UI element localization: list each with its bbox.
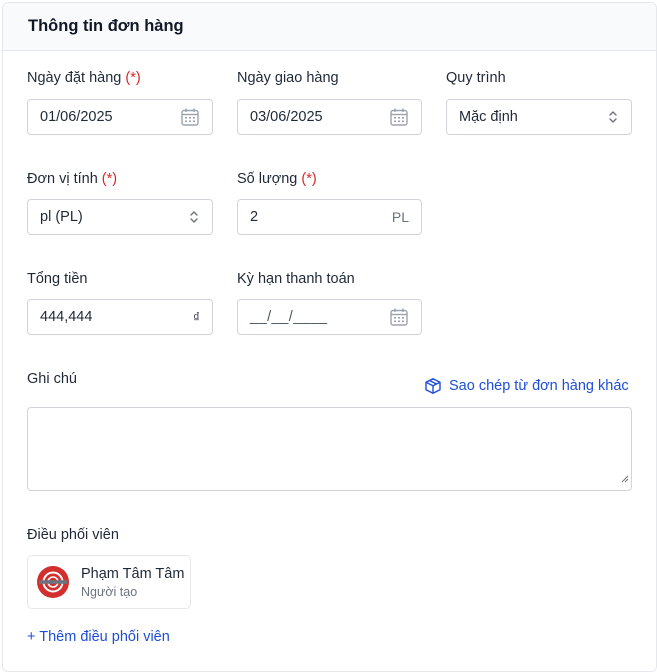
currency-suffix: ₫	[192, 309, 200, 325]
calendar-icon[interactable]	[389, 307, 409, 327]
order-date-label: Ngày đặt hàng (*)	[27, 70, 141, 86]
process-label: Quy trình	[446, 70, 506, 86]
delivery-date-value: 03/06/2025	[250, 109, 323, 125]
quantity-unit-suffix: PL	[391, 209, 409, 225]
required-mark: (*)	[301, 171, 317, 187]
delivery-date-label: Ngày giao hàng	[237, 70, 339, 86]
card-title: Thông tin đơn hàng	[28, 17, 184, 35]
quantity-value: 2	[250, 209, 259, 225]
note-label: Ghi chú	[27, 371, 77, 387]
unit-value: pl (PL)	[40, 209, 83, 225]
unit-label: Đơn vị tính (*)	[27, 171, 118, 187]
payment-term-label: Kỳ hạn thanh toán	[237, 271, 355, 287]
resize-grip-icon[interactable]	[621, 470, 629, 488]
card-header: Thông tin đơn hàng	[3, 3, 656, 51]
calendar-icon[interactable]	[389, 107, 409, 127]
calendar-icon[interactable]	[180, 107, 200, 127]
select-chevron-icon	[607, 109, 619, 125]
process-select[interactable]: Mặc định	[446, 99, 632, 135]
copy-link-label: Sao chép từ đơn hàng khác	[449, 378, 629, 394]
select-chevron-icon	[188, 209, 200, 225]
add-coordinator-link[interactable]: + Thêm điều phối viên	[27, 629, 170, 645]
process-value: Mặc định	[459, 109, 518, 125]
required-mark: (*)	[101, 171, 118, 187]
total-value: 444,444	[40, 309, 93, 325]
coordinator-role: Người tạo	[81, 584, 138, 599]
quantity-input[interactable]: 2 PL	[237, 199, 422, 235]
coordinators-label: Điều phối viên	[27, 527, 119, 543]
total-input[interactable]: 444,444 ₫	[27, 299, 213, 335]
order-date-value: 01/06/2025	[40, 109, 113, 125]
coordinator-name: Phạm Tâm Tâm	[81, 565, 185, 582]
coordinator-card[interactable]: Phạm Tâm Tâm Người tạo	[27, 555, 191, 609]
order-date-input[interactable]: 01/06/2025	[27, 99, 213, 135]
quantity-label: Số lượng (*)	[237, 171, 317, 187]
payment-term-input[interactable]: __/__/____	[237, 299, 422, 335]
coordinator-info: Phạm Tâm Tâm Người tạo	[81, 566, 184, 599]
required-mark: (*)	[125, 70, 141, 86]
payment-term-placeholder: __/__/____	[250, 309, 328, 325]
copy-from-order-link[interactable]: Sao chép từ đơn hàng khác	[424, 377, 629, 395]
avatar	[37, 566, 69, 598]
box-icon	[424, 377, 442, 395]
total-label: Tổng tiền	[27, 271, 88, 287]
unit-select[interactable]: pl (PL)	[27, 199, 213, 235]
delivery-date-input[interactable]: 03/06/2025	[237, 99, 422, 135]
note-textarea[interactable]	[27, 407, 632, 491]
